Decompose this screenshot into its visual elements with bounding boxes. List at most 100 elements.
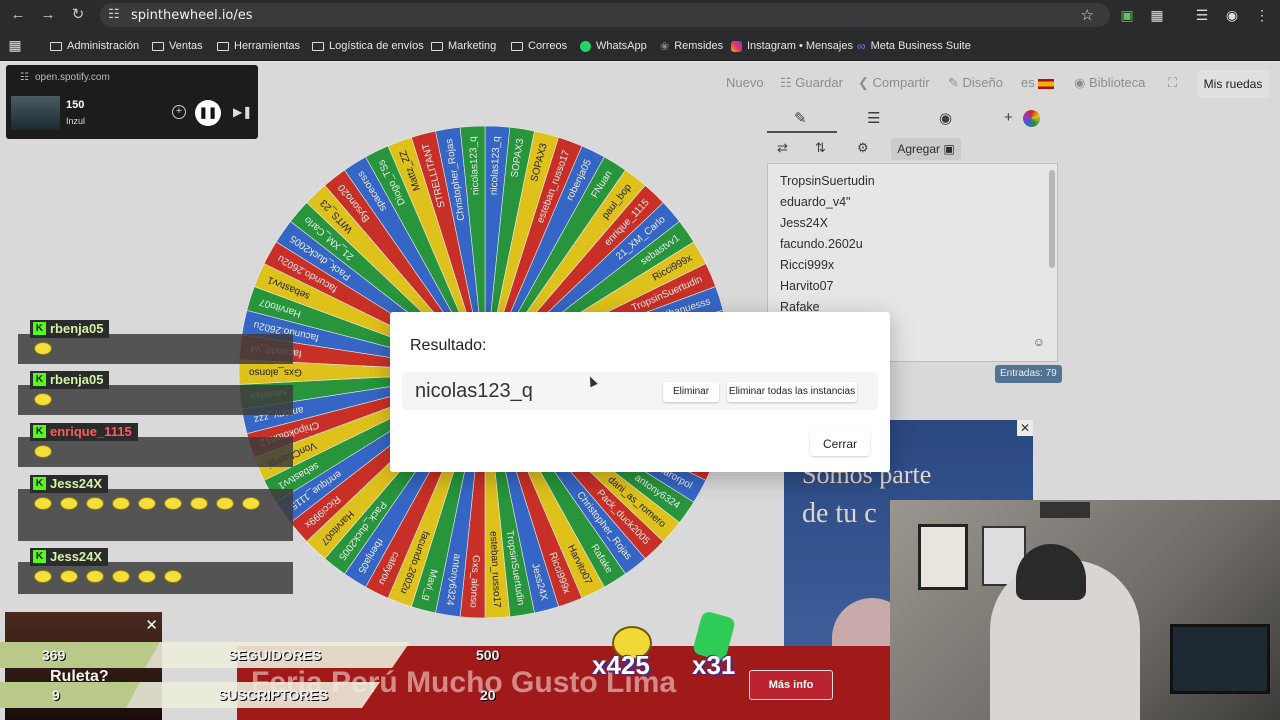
spotify-mini-player: ☷ open.spotify.com 150 Inzul + ❚❚ ▶❚ [6, 65, 258, 139]
kick-badge-icon: K [33, 477, 46, 490]
cerrar-button[interactable]: Cerrar [810, 432, 870, 456]
browser-toolbar: ← → ↻ ☷ spinthewheel.io/es ☆ ▣ ▦ ☰ ◉ ⋮ [0, 0, 1280, 30]
bee-emote-icon [60, 570, 78, 583]
subscribers-current: 9 [52, 687, 60, 703]
bookmark-folder[interactable]: Correos [511, 38, 567, 54]
bookmark-label: Instagram • Mensajes [747, 40, 853, 52]
bee-emote-icon [138, 497, 156, 510]
next-track-icon[interactable]: ▶❚ [233, 105, 252, 119]
bookmark-folder[interactable]: Administración [50, 38, 139, 54]
bee-emote-icon [112, 497, 130, 510]
wall-frame [1040, 502, 1090, 518]
bee-emote-icon [34, 570, 52, 583]
bee-emote-icon [34, 342, 52, 355]
webcam-feed [890, 500, 1280, 720]
forward-icon[interactable]: → [38, 5, 58, 25]
chat-emotes [30, 342, 56, 355]
chat-username: K Jess24X [30, 548, 109, 566]
extension-icon[interactable]: ▣ [1117, 5, 1137, 25]
bookmark-label: Marketing [448, 40, 497, 52]
followers-bar-fill [0, 642, 160, 668]
address-bar[interactable]: ☷ spinthewheel.io/es ☆ [100, 3, 1110, 27]
bookmark-whatsapp[interactable]: WhatsApp [580, 38, 647, 54]
bee-emote-icon [34, 393, 52, 406]
chat-username-text: rbenja05 [50, 321, 104, 336]
chat-message [18, 385, 293, 415]
kick-badge-icon: K [33, 322, 46, 335]
bee-emote-icon [112, 570, 130, 583]
folder-icon [217, 41, 229, 51]
chat-username-text: Jess24X [50, 549, 103, 564]
mas-info-button[interactable]: Más info [749, 670, 833, 700]
folder-icon [431, 41, 443, 51]
eliminar-button[interactable]: Eliminar [663, 382, 719, 402]
kick-badge-icon: K [33, 425, 46, 438]
bookmark-meta[interactable]: ∞ Meta Business Suite [857, 38, 971, 54]
bookmark-label: WhatsApp [596, 40, 647, 52]
bookmark-label: Ventas [169, 40, 203, 52]
track-title: 150 [66, 99, 85, 111]
bee-emote-icon [242, 497, 260, 510]
back-icon[interactable]: ← [8, 5, 28, 25]
close-icon[interactable]: ✕ [145, 616, 158, 634]
dialog-title: Resultado: [410, 337, 487, 354]
bookmark-star-icon[interactable]: ☆ [1081, 6, 1094, 24]
chat-message [18, 334, 293, 364]
bookmark-label: Logística de envíos [329, 40, 424, 52]
result-row: nicolas123_q Eliminar Eliminar todas las… [402, 372, 878, 410]
bee-emote-icon [86, 497, 104, 510]
media-control-icon[interactable]: ☰ [1192, 5, 1212, 25]
extensions-puzzle-icon[interactable]: ▦ [1147, 5, 1167, 25]
chat-emotes [30, 393, 56, 406]
bee-emote-icon [34, 445, 52, 458]
chat-message [18, 562, 293, 594]
multiplier-count: x31 [692, 650, 736, 680]
subscribers-label: SUSCRIPTORES [218, 687, 329, 703]
bee-emote-icon [86, 570, 104, 583]
bookmark-instagram[interactable]: Instagram • Mensajes [731, 38, 853, 54]
bee-emote-icon [34, 497, 52, 510]
bee-emote-icon [138, 570, 156, 583]
bookmark-folder[interactable]: Herramientas [217, 38, 300, 54]
bookmark-remsides[interactable]: ❀ Remsides [660, 38, 723, 54]
chat-emotes [30, 497, 264, 510]
result-dialog: Resultado: nicolas123_q Eliminar Elimina… [390, 312, 890, 472]
bee-emote-icon [190, 497, 208, 510]
ruleta-label: Ruleta? [50, 668, 109, 685]
menu-dots-icon[interactable]: ⋮ [1252, 5, 1272, 25]
folder-icon [50, 41, 62, 51]
pause-button[interactable]: ❚❚ [195, 100, 221, 126]
followers-goal: 500 [476, 647, 500, 663]
kick-badge-icon: K [33, 373, 46, 386]
reload-icon[interactable]: ↻ [68, 5, 88, 25]
bookmark-folder[interactable]: Logística de envíos [312, 38, 424, 54]
chat-username-text: enrique_1115 [50, 424, 132, 439]
chat-message [18, 489, 293, 541]
profile-avatar-icon[interactable]: ◉ [1222, 5, 1242, 25]
bee-emote-icon [60, 497, 78, 510]
player-source: ☷ open.spotify.com [20, 72, 110, 83]
chat-username: Kenrique_1115 [30, 423, 138, 441]
bookmark-label: Herramientas [234, 40, 301, 52]
folder-icon [312, 41, 324, 51]
folder-icon [152, 41, 164, 51]
followers-label: SEGUIDORES [228, 647, 322, 663]
bookmark-folder[interactable]: Marketing [431, 38, 496, 54]
eliminar-todas-button[interactable]: Eliminar todas las instancias [727, 382, 857, 402]
monitor [1170, 624, 1270, 694]
whatsapp-icon [580, 40, 591, 52]
chat-username-text: Jess24X [50, 476, 103, 491]
bookmark-label: Remsides [674, 40, 724, 52]
streamer-head [1016, 544, 1086, 600]
instagram-icon [731, 40, 742, 52]
site-info-icon[interactable]: ☷ [108, 6, 120, 22]
apps-grid-icon[interactable]: ▦ [5, 35, 25, 55]
bookmark-folder[interactable]: Ventas [152, 38, 203, 54]
bookmark-label: Administración [67, 40, 140, 52]
kick-badge-icon: K [33, 550, 46, 563]
bee-emote-icon [164, 497, 182, 510]
player-source-label: open.spotify.com [34, 72, 110, 83]
leaf-icon: ❀ [660, 40, 670, 53]
url-text[interactable]: spinthewheel.io/es [131, 8, 253, 23]
add-to-library-icon[interactable]: + [172, 105, 186, 119]
